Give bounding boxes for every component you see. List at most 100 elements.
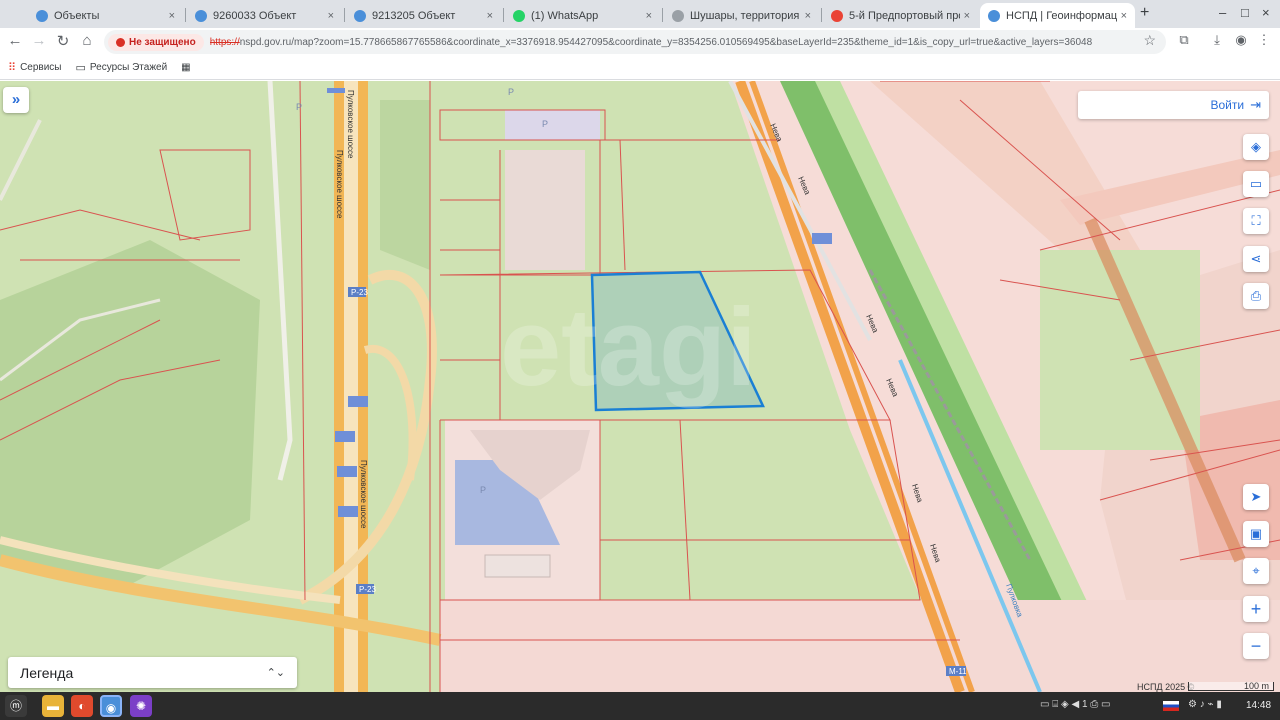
search-location-button[interactable]: ⌖ bbox=[1243, 558, 1269, 584]
minimize-button[interactable]: – bbox=[1219, 5, 1226, 20]
highway-median bbox=[344, 81, 358, 692]
tab-title: Объекты bbox=[54, 9, 100, 22]
print-button[interactable]: ⎙ bbox=[1243, 283, 1269, 309]
maximize-button[interactable]: □ bbox=[1241, 5, 1249, 20]
globe-icon bbox=[672, 9, 684, 22]
folder-icon: ▭ bbox=[75, 62, 86, 74]
parking-label: P bbox=[508, 87, 514, 97]
close-icon[interactable]: × bbox=[328, 10, 334, 22]
menu-icon[interactable]: ⋮ bbox=[1254, 32, 1274, 48]
tab-object-9213205[interactable]: 9213205 Объект × bbox=[346, 3, 501, 28]
close-icon[interactable]: × bbox=[1121, 10, 1127, 22]
cadastral-map[interactable]: etagi Пулковское шоссе Пулковское шоссе … bbox=[0, 81, 1280, 692]
extensions-icon[interactable]: ⧉ bbox=[1174, 32, 1194, 48]
new-tab-button[interactable]: + bbox=[1140, 4, 1149, 22]
road-label: Пулковское шоссе bbox=[346, 90, 355, 159]
map-scale-bar: 100 m bbox=[1188, 682, 1274, 691]
tab-object-9260033[interactable]: 9260033 Объект × bbox=[187, 3, 342, 28]
url-text[interactable]: https://nspd.gov.ru/map?zoom=15.77866586… bbox=[210, 37, 1150, 48]
tab-title: 9260033 Объект bbox=[213, 9, 297, 22]
close-icon[interactable]: × bbox=[964, 10, 970, 22]
clock[interactable]: 14:48 bbox=[1246, 700, 1271, 711]
url-path: nspd.gov.ru/map?zoom=15.778665867765586&… bbox=[239, 36, 1093, 48]
chrome-icon[interactable]: ◉ bbox=[100, 695, 122, 717]
close-icon[interactable]: × bbox=[487, 10, 493, 22]
tray-status-icons[interactable]: ⚙ ♪ ⌁ ▮ bbox=[1188, 699, 1222, 710]
file-manager-icon[interactable]: ▬ bbox=[42, 695, 64, 717]
app-icon[interactable]: ◐ bbox=[71, 695, 93, 717]
road-label: М-11 bbox=[949, 667, 967, 676]
bookmark-services[interactable]: ⠿ Сервисы bbox=[8, 61, 62, 74]
zoom-in-button[interactable]: + bbox=[1243, 596, 1269, 622]
parking-lot bbox=[505, 110, 600, 140]
tab-separator bbox=[821, 8, 822, 22]
parking-label: P bbox=[296, 102, 302, 112]
zoom-out-button[interactable]: − bbox=[1243, 633, 1269, 659]
back-icon[interactable]: ← bbox=[5, 32, 25, 49]
road-label: Пулковское шоссе bbox=[359, 460, 368, 529]
home-icon[interactable]: ⌂ bbox=[77, 32, 97, 49]
tab-separator bbox=[503, 8, 504, 22]
keyboard-layout-flag-icon[interactable] bbox=[1163, 701, 1179, 711]
tab-whatsapp[interactable]: (1) WhatsApp × bbox=[505, 3, 660, 28]
tray-icons[interactable]: ▭ ⌸ ◈ ◀ 1 ⎙ ▭ bbox=[1040, 699, 1111, 710]
start-menu-icon[interactable]: ⓜ bbox=[5, 695, 27, 717]
close-icon[interactable]: × bbox=[646, 10, 652, 22]
reload-icon[interactable]: ↻ bbox=[53, 32, 73, 50]
tab-nspd[interactable]: НСПД | Геоинформационн × bbox=[980, 3, 1135, 28]
bookmark-star-icon[interactable]: ☆ bbox=[1143, 32, 1156, 49]
watermark-etagi: etagi bbox=[500, 286, 757, 409]
road-label: Пулковское шоссе bbox=[335, 150, 344, 219]
industrial-zone bbox=[440, 600, 1280, 692]
building bbox=[484, 554, 551, 578]
os-taskbar: ⓜ ▬ ◐ ◉ ✺ ▭ ⌸ ◈ ◀ 1 ⎙ ▭ ⚙ ♪ ⌁ ▮ 14:48 bbox=[0, 692, 1280, 720]
ruler-button[interactable]: ▭ bbox=[1243, 171, 1269, 197]
legend-dropdown[interactable]: Легенда ⌃⌄ bbox=[8, 657, 297, 688]
address-bar[interactable]: Не защищено https://nspd.gov.ru/map?zoom… bbox=[104, 30, 1166, 54]
road-label: Р-23 bbox=[351, 288, 368, 297]
login-button[interactable]: Войти ⇥ bbox=[1078, 91, 1269, 119]
bookmarks-bar: ⠿ Сервисы ▭ Ресурсы Этажей ▦ bbox=[0, 56, 1280, 80]
woodland-area bbox=[380, 100, 430, 270]
bookmark-label: Ресурсы Этажей bbox=[89, 62, 168, 73]
whatsapp-icon bbox=[513, 9, 525, 22]
tab-title: НСПД | Геоинформационн bbox=[1006, 9, 1117, 22]
map-canvas: etagi Пулковское шоссе Пулковское шоссе … bbox=[0, 81, 1280, 692]
map-copyright: НСПД 2025 © bbox=[1137, 682, 1195, 692]
legend-label: Легенда bbox=[20, 664, 74, 681]
apps-grid-icon: ⠿ bbox=[8, 62, 17, 74]
firefox-icon[interactable]: ✺ bbox=[130, 695, 152, 717]
globe-icon bbox=[988, 9, 1000, 22]
tab-objects[interactable]: Объекты × bbox=[28, 3, 183, 28]
geolocation-button[interactable]: ➤ bbox=[1243, 484, 1269, 510]
road-label: Р-23 bbox=[359, 585, 376, 594]
globe-icon bbox=[195, 9, 207, 22]
download-icon[interactable]: ⤓ bbox=[1207, 32, 1227, 48]
profile-icon[interactable]: ◉ bbox=[1231, 32, 1251, 48]
expand-panel-button[interactable]: » bbox=[3, 87, 29, 113]
security-badge[interactable]: Не защищено bbox=[108, 33, 204, 51]
tab-groups-icon[interactable]: ▦ bbox=[181, 62, 190, 73]
tab-separator bbox=[344, 8, 345, 22]
tab-strip: Объекты × 9260033 Объект × 9213205 Объек… bbox=[0, 0, 1280, 28]
close-icon[interactable]: × bbox=[805, 10, 811, 22]
highway bbox=[358, 81, 368, 692]
share-button[interactable]: ⋖ bbox=[1243, 246, 1269, 272]
forward-icon[interactable]: → bbox=[29, 32, 49, 49]
url-scheme: https:// bbox=[209, 36, 240, 48]
close-icon[interactable]: × bbox=[169, 10, 175, 22]
minimap-button[interactable]: ▣ bbox=[1243, 521, 1269, 547]
select-area-button[interactable]: ⛶ bbox=[1243, 208, 1269, 234]
chevron-updown-icon: ⌃⌄ bbox=[266, 667, 285, 679]
login-label: Войти bbox=[1210, 98, 1245, 112]
close-window-button[interactable]: × bbox=[1262, 5, 1270, 20]
security-badge-label: Не защищено bbox=[129, 36, 196, 48]
bookmark-etagi-resources[interactable]: ▭ Ресурсы Этажей bbox=[76, 61, 168, 74]
tab-title: 5-й Предпортовый проезд bbox=[849, 9, 960, 22]
tab-predportovy[interactable]: 5-й Предпортовый проезд × bbox=[823, 3, 978, 28]
warning-icon bbox=[116, 37, 125, 47]
tab-separator bbox=[662, 8, 663, 22]
map-pin-icon bbox=[831, 9, 843, 22]
tab-shushary[interactable]: Шушары, территория предп × bbox=[664, 3, 819, 28]
layers-button[interactable]: ◈ bbox=[1243, 134, 1269, 160]
